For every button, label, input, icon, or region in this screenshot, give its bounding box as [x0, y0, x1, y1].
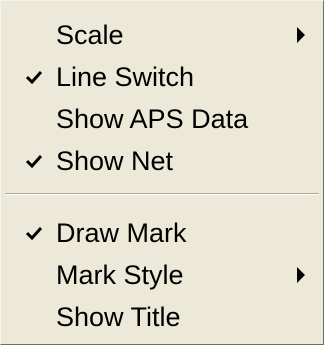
menu-item-mark-style[interactable]: Mark Style: [2, 255, 322, 295]
menu-item-label: Scale: [56, 20, 124, 50]
context-menu: Scale Line Switch Show APS Data Show Net…: [0, 0, 324, 345]
submenu-arrow-icon: [294, 15, 308, 55]
menu-item-draw-mark[interactable]: Draw Mark: [2, 213, 322, 253]
menu-item-label: Draw Mark: [56, 218, 187, 248]
check-icon: [20, 57, 48, 97]
menu-item-show-title[interactable]: Show Title: [2, 297, 322, 337]
check-icon: [20, 213, 48, 253]
menu-item-label: Show APS Data: [56, 104, 249, 134]
menu-item-label: Mark Style: [56, 260, 184, 290]
check-icon: [20, 141, 48, 181]
menu-item-show-aps-data[interactable]: Show APS Data: [2, 99, 322, 139]
menu-item-label: Show Net: [56, 146, 174, 176]
menu-item-scale[interactable]: Scale: [2, 15, 322, 55]
menu-item-line-switch[interactable]: Line Switch: [2, 57, 322, 97]
menu-item-label: Show Title: [56, 302, 181, 332]
menu-item-label: Line Switch: [56, 62, 195, 92]
menu-item-show-net[interactable]: Show Net: [2, 141, 322, 181]
menu-separator: [5, 193, 319, 195]
submenu-arrow-icon: [294, 255, 308, 295]
